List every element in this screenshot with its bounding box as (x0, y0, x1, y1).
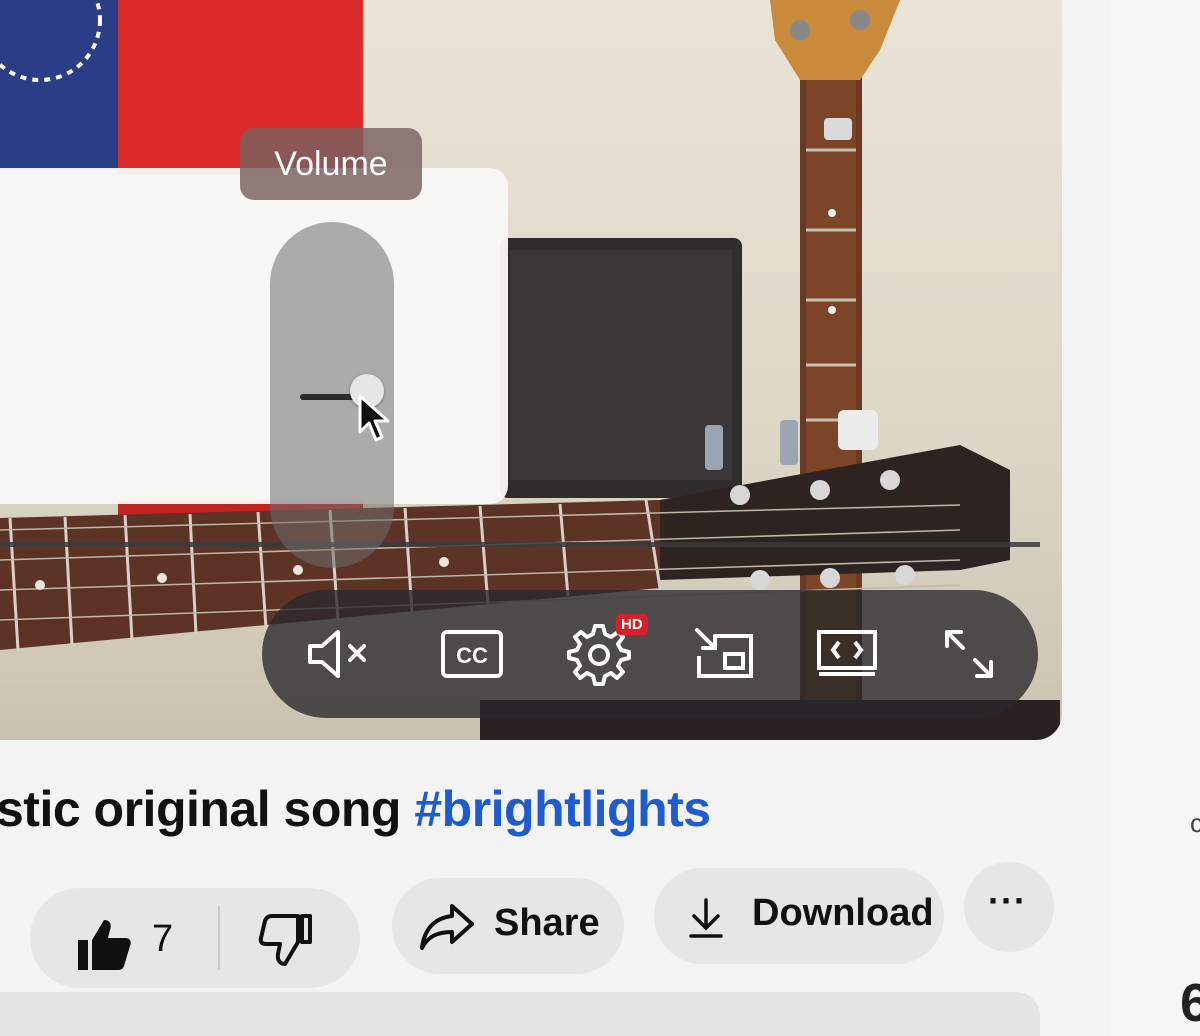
video-title: stic original song #brightlights (0, 780, 711, 838)
share-label: Share (494, 902, 600, 944)
sidebar-edge-text: c (1190, 808, 1200, 838)
share-arrow-icon (420, 904, 474, 950)
mouse-pointer-icon (358, 394, 390, 442)
download-icon (689, 898, 723, 938)
sidebar-edge-number: 6 (1180, 973, 1200, 1033)
youtube-watch-page: Volume CC HD stic original song #brightl… (0, 0, 1200, 1036)
fullscreen-button[interactable] (924, 590, 1014, 718)
captions-button[interactable]: CC (427, 590, 517, 718)
video-title-text: stic original song (0, 781, 415, 837)
miniplayer-icon (695, 628, 753, 678)
like-divider (218, 906, 220, 970)
fullscreen-icon (945, 630, 993, 678)
more-dots-icon: ··· (988, 880, 1027, 921)
volume-panel (0, 168, 508, 504)
miniplayer-button[interactable] (680, 590, 770, 718)
hashtag-link[interactable]: #brightlights (414, 781, 711, 837)
dislike-button[interactable] (258, 912, 314, 968)
volume-muted-icon (308, 630, 366, 678)
mute-button[interactable] (294, 590, 384, 718)
description-card[interactable] (0, 992, 1040, 1036)
thumbs-down-icon (258, 914, 312, 966)
thumbs-up-icon (78, 920, 131, 970)
theater-mode-button[interactable] (802, 590, 892, 718)
download-label: Download (752, 892, 934, 934)
player-control-bar: CC (262, 590, 1038, 718)
volume-tooltip: Volume (240, 128, 422, 200)
related-videos-sidebar (1110, 0, 1200, 1036)
theater-mode-icon (817, 630, 877, 676)
svg-text:CC: CC (456, 643, 488, 668)
hd-badge: HD (616, 614, 648, 635)
like-button[interactable] (76, 916, 132, 972)
settings-button[interactable] (554, 590, 644, 718)
like-count: 7 (152, 918, 174, 960)
closed-captions-icon: CC (441, 630, 503, 678)
